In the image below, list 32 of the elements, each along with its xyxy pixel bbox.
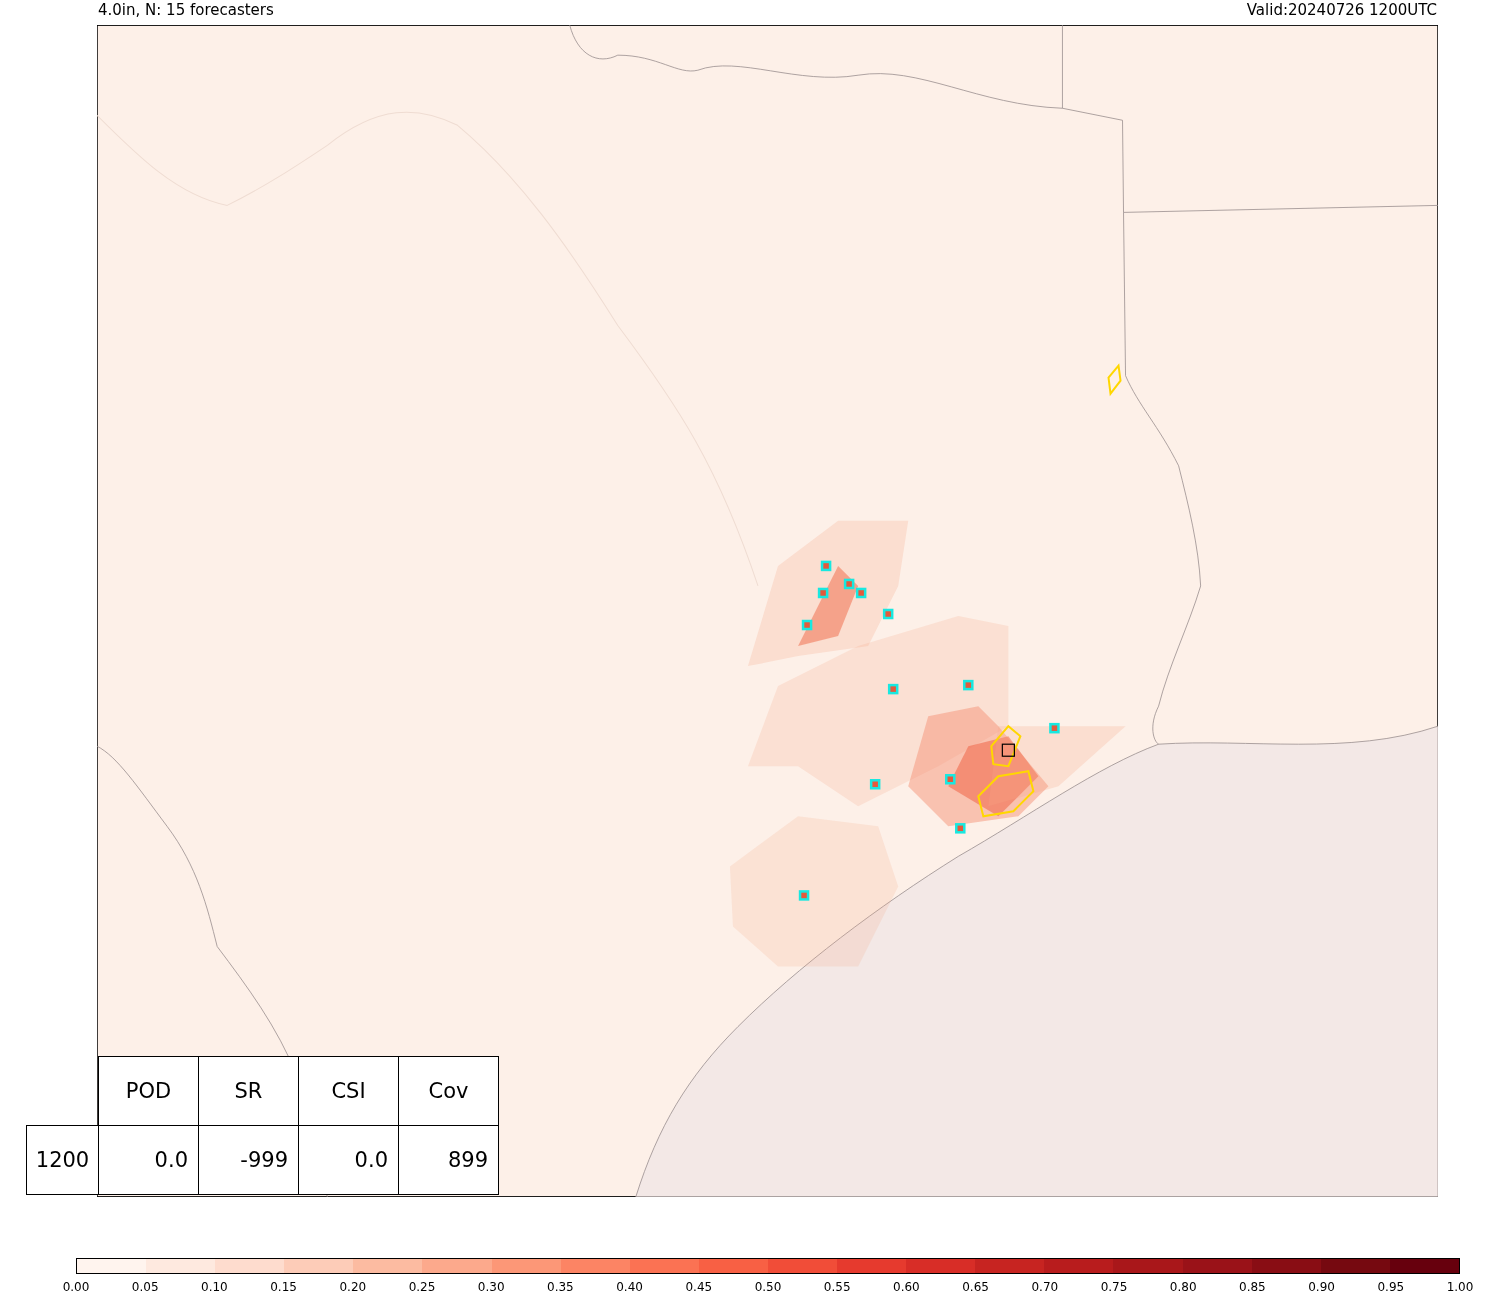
colorbar-tick-label: 0.70 [1031,1280,1059,1294]
colorbar-tick-label: 0.75 [1100,1280,1128,1294]
column-header: CSI [298,1056,399,1126]
table-cell: -999 [198,1125,299,1195]
colorbar-tick-label: 0.95 [1377,1280,1405,1294]
colorbar-tick-label: 0.40 [616,1280,643,1294]
column-header: SR [198,1056,299,1126]
colorbar-tick-label: 0.15 [270,1280,297,1294]
colorbar-tick-label: 0.80 [1169,1280,1197,1294]
colorbar-tick-label: 0.60 [893,1280,920,1294]
colorbar-tick-label: 0.30 [477,1280,505,1294]
table-cell: 0.0 [98,1125,199,1195]
colorbar-tick-label: 0.65 [962,1280,989,1294]
colorbar-tick-label: 0.90 [1308,1280,1335,1294]
plot-title: 4.0in, N: 15 forecasters [98,1,274,19]
colorbar-tick-label: 0.50 [754,1280,782,1294]
valid-time: Valid:20240726 1200UTC [1246,1,1437,19]
column-header: POD [98,1056,199,1126]
colorbar-tick-label: 0.20 [339,1280,367,1294]
column-header: Cov [398,1056,499,1126]
colorbar-tick-label: 0.10 [201,1280,228,1294]
colorbar-tick-label: 0.85 [1239,1280,1266,1294]
colorbar-tick-label: 0.25 [408,1280,436,1294]
colorbar-tick-label: 0.35 [547,1280,574,1294]
table-cell: 899 [398,1125,499,1195]
row-header: 1200 [26,1125,99,1195]
colorbar-tick-label: 0.05 [131,1280,159,1294]
table-cell: 0.0 [298,1125,399,1195]
colorbar-tick-label: 1.00 [1446,1280,1474,1294]
colorbar-tick-label: 0.00 [62,1280,90,1294]
colorbar-tick-label: 0.55 [823,1280,851,1294]
colorbar-tick-label: 0.45 [685,1280,713,1294]
